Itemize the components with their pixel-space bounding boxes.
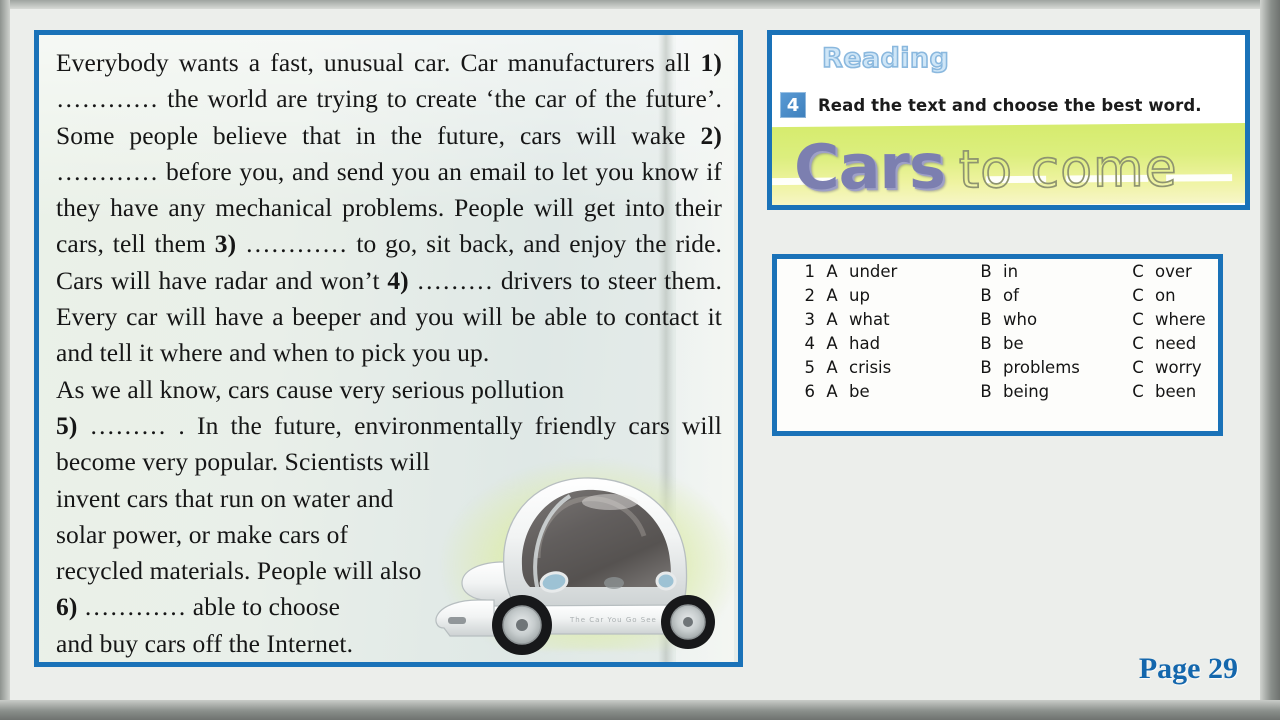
page-number-label: Page 29 <box>1138 652 1238 685</box>
frame-bevel-bottom <box>0 700 1280 720</box>
passage-narrow-line-2: solar power, or make cars of <box>56 519 349 549</box>
option-letter-c: C <box>1132 381 1144 401</box>
option-choice-c[interactable]: need <box>1155 331 1218 355</box>
option-choice-a[interactable]: crisis <box>849 355 969 379</box>
option-letter-c: C <box>1132 261 1144 281</box>
passage-paragraph-2-head: As we all know, cars cause very serious … <box>56 374 565 404</box>
answer-option-row: 4 Ahad Bbe Cneed <box>777 331 1218 355</box>
option-choice-a[interactable]: under <box>849 259 969 283</box>
answer-option-row: 1 Aunder Bin Cover <box>777 259 1218 283</box>
option-letter-a: A <box>826 261 838 281</box>
passage-paragraph-1: Everybody wants a fast, unusual car. Car… <box>56 48 723 368</box>
option-letter-b: B <box>980 333 992 353</box>
worksheet-page: Everybody wants a fast, unusual car. Car… <box>10 9 1260 700</box>
option-choice-a[interactable]: had <box>849 331 969 355</box>
frame-bevel-left <box>0 0 10 720</box>
option-choice-a[interactable]: be <box>849 379 969 403</box>
option-letter-b: B <box>980 309 992 329</box>
passage-final-line: 6) ………… able to choose <box>56 592 341 622</box>
option-letter-c: C <box>1132 285 1144 305</box>
option-number: 4 <box>804 333 816 353</box>
headline-word-tocome: to come <box>958 138 1179 202</box>
option-number: 5 <box>804 357 816 377</box>
option-choice-b[interactable]: being <box>1003 379 1121 403</box>
reading-header-box: Reading 4 Read the text and choose the b… <box>767 30 1250 210</box>
option-choice-b[interactable]: who <box>1003 307 1121 331</box>
option-choice-b[interactable]: of <box>1003 283 1121 307</box>
option-letter-b: B <box>980 261 992 281</box>
option-letter-a: A <box>826 285 838 305</box>
option-choice-b[interactable]: be <box>1003 331 1121 355</box>
answer-option-row: 3 Awhat Bwho Cwhere <box>777 307 1218 331</box>
headline-words: Cars to come <box>793 128 1179 204</box>
answer-option-row: 2 Aup Bof Con <box>777 283 1218 307</box>
passage-narrow-line-3: recycled materials. People will also <box>56 556 422 586</box>
option-letter-b: B <box>980 357 992 377</box>
option-number: 3 <box>804 309 816 329</box>
answer-options-table: 1 Aunder Bin Cover 2 Aup Bof Con 3 Awhat Bwho Cwher… <box>777 259 1218 403</box>
answer-option-row: 5 Acrisis Bproblems Cworry <box>777 355 1218 379</box>
option-letter-a: A <box>826 381 838 401</box>
option-choice-b[interactable]: problems <box>1003 355 1121 379</box>
option-letter-a: A <box>826 333 838 353</box>
option-letter-a: A <box>826 357 838 377</box>
headline-word-cars: Cars <box>793 129 946 204</box>
option-choice-a[interactable]: what <box>849 307 969 331</box>
answer-options-box: 1 Aunder Bin Cover 2 Aup Bof Con 3 Awhat Bwho Cwher… <box>772 254 1223 436</box>
section-title-reading: Reading <box>821 42 950 75</box>
option-number: 1 <box>804 261 816 281</box>
reading-passage-panel: Everybody wants a fast, unusual car. Car… <box>34 30 743 667</box>
option-choice-c[interactable]: been <box>1155 379 1218 403</box>
option-number: 6 <box>804 381 816 401</box>
passage-closing-line: and buy cars off the Internet. <box>56 628 354 658</box>
option-letter-c: C <box>1132 333 1144 353</box>
task-number-badge: 4 <box>780 92 806 118</box>
option-letter-a: A <box>826 309 838 329</box>
option-letter-c: C <box>1132 309 1144 329</box>
reading-passage-text: Everybody wants a fast, unusual car. Car… <box>39 35 738 662</box>
option-letter-c: C <box>1132 357 1144 377</box>
passage-narrow-line-1: invent cars that run on water and <box>56 483 394 513</box>
outer-frame: Everybody wants a fast, unusual car. Car… <box>0 0 1280 720</box>
answer-option-row: 6 Abe Bbeing Cbeen <box>777 379 1218 403</box>
option-choice-a[interactable]: up <box>849 283 969 307</box>
passage-paragraph-2-rest: 5) ……… . In the future, environmentally … <box>56 410 722 477</box>
option-choice-c[interactable]: on <box>1155 283 1218 307</box>
frame-bevel-right <box>1260 0 1280 720</box>
frame-bevel-top <box>0 0 1280 9</box>
option-number: 2 <box>804 285 816 305</box>
option-choice-c[interactable]: where <box>1155 307 1218 331</box>
option-choice-c[interactable]: over <box>1155 259 1218 283</box>
option-choice-c[interactable]: worry <box>1155 355 1218 379</box>
task-instruction-text: Read the text and choose the best word. <box>818 95 1202 115</box>
option-choice-b[interactable]: in <box>1003 259 1121 283</box>
headline-banner: Cars to come <box>772 122 1245 205</box>
option-letter-b: B <box>980 381 992 401</box>
task-instruction-row: 4 Read the text and choose the best word… <box>780 92 1202 118</box>
option-letter-b: B <box>980 285 992 305</box>
